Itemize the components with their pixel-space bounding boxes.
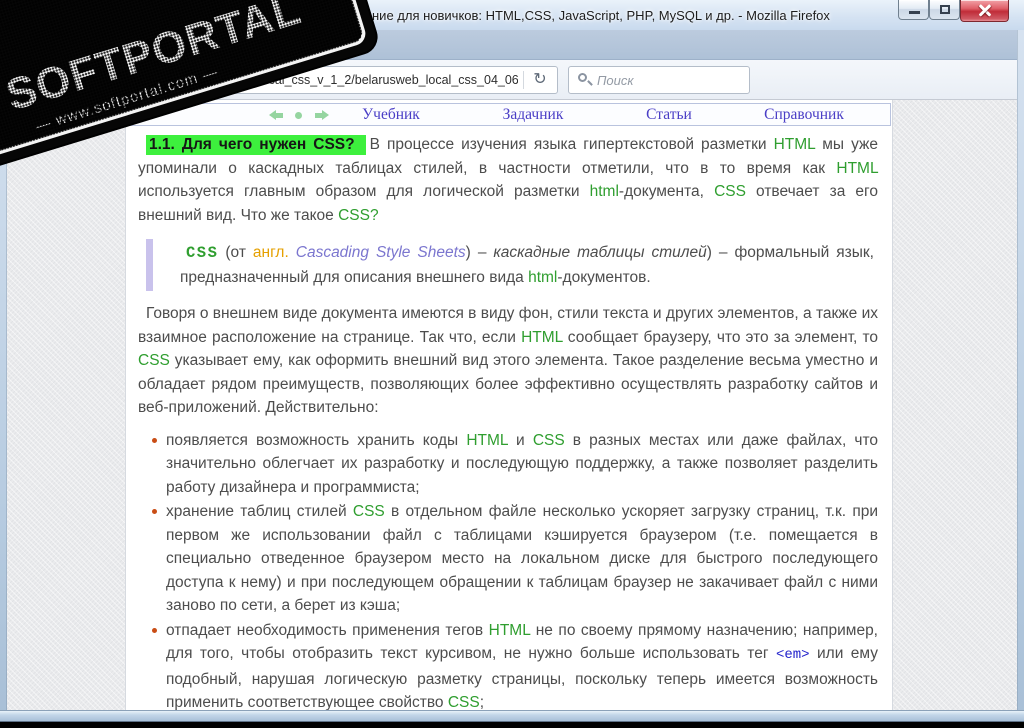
restore-icon bbox=[940, 5, 950, 14]
url-separator bbox=[523, 71, 524, 89]
search-input[interactable] bbox=[597, 67, 743, 93]
close-icon bbox=[977, 2, 992, 17]
close-button[interactable] bbox=[960, 0, 1009, 22]
page-nav-arrows[interactable] bbox=[269, 110, 331, 121]
intro-paragraph: 1.1. Для чего нужен CSS? В процессе изуч… bbox=[138, 135, 879, 224]
restore-button[interactable] bbox=[929, 0, 960, 20]
menu-link-stati[interactable]: Статьи bbox=[646, 106, 692, 124]
up-page-icon[interactable] bbox=[295, 112, 302, 119]
page-viewport: Учебник Задачник Статьи Справочник 1.1. … bbox=[0, 100, 1024, 710]
menu-link-spravochnik[interactable]: Справочник bbox=[764, 106, 844, 124]
minimize-button[interactable] bbox=[898, 0, 929, 20]
firefox-window: ние для новичков: HTML,CSS, JavaScript, … bbox=[0, 0, 1024, 728]
list-item: появляется возможность хранить коды HTML… bbox=[152, 429, 878, 500]
list-item: отпадает необходимость применения тегов … bbox=[152, 619, 878, 710]
window-title: ние для новичков: HTML,CSS, JavaScript, … bbox=[372, 8, 830, 23]
reload-icon[interactable]: ↻ bbox=[527, 69, 553, 91]
benefits-list: появляется возможность хранить коды HTML… bbox=[138, 429, 878, 710]
search-box[interactable] bbox=[568, 66, 750, 94]
list-item: хранение таблиц стилей CSS в отдельном ф… bbox=[152, 500, 878, 618]
window-border-bottom bbox=[0, 710, 1024, 722]
minimize-icon bbox=[909, 11, 920, 14]
definition-quote: CSS (от англ. Cascading Style Sheets) – … bbox=[146, 239, 874, 291]
menu-link-zadachnik[interactable]: Задачник bbox=[503, 106, 564, 124]
window-border-right bbox=[1017, 30, 1024, 722]
next-page-icon[interactable] bbox=[322, 110, 329, 120]
search-icon bbox=[578, 73, 593, 86]
site-menu-bar: Учебник Задачник Статьи Справочник bbox=[128, 103, 891, 126]
menu-link-uchebnik[interactable]: Учебник bbox=[362, 106, 420, 124]
body-paragraph: Говоря о внешнем виде документа имеются … bbox=[138, 305, 879, 416]
article-content: 1.1. Для чего нужен CSS? В процессе изуч… bbox=[126, 126, 892, 710]
prev-page-icon[interactable] bbox=[269, 110, 276, 120]
content-column: Учебник Задачник Статьи Справочник 1.1. … bbox=[125, 100, 893, 710]
